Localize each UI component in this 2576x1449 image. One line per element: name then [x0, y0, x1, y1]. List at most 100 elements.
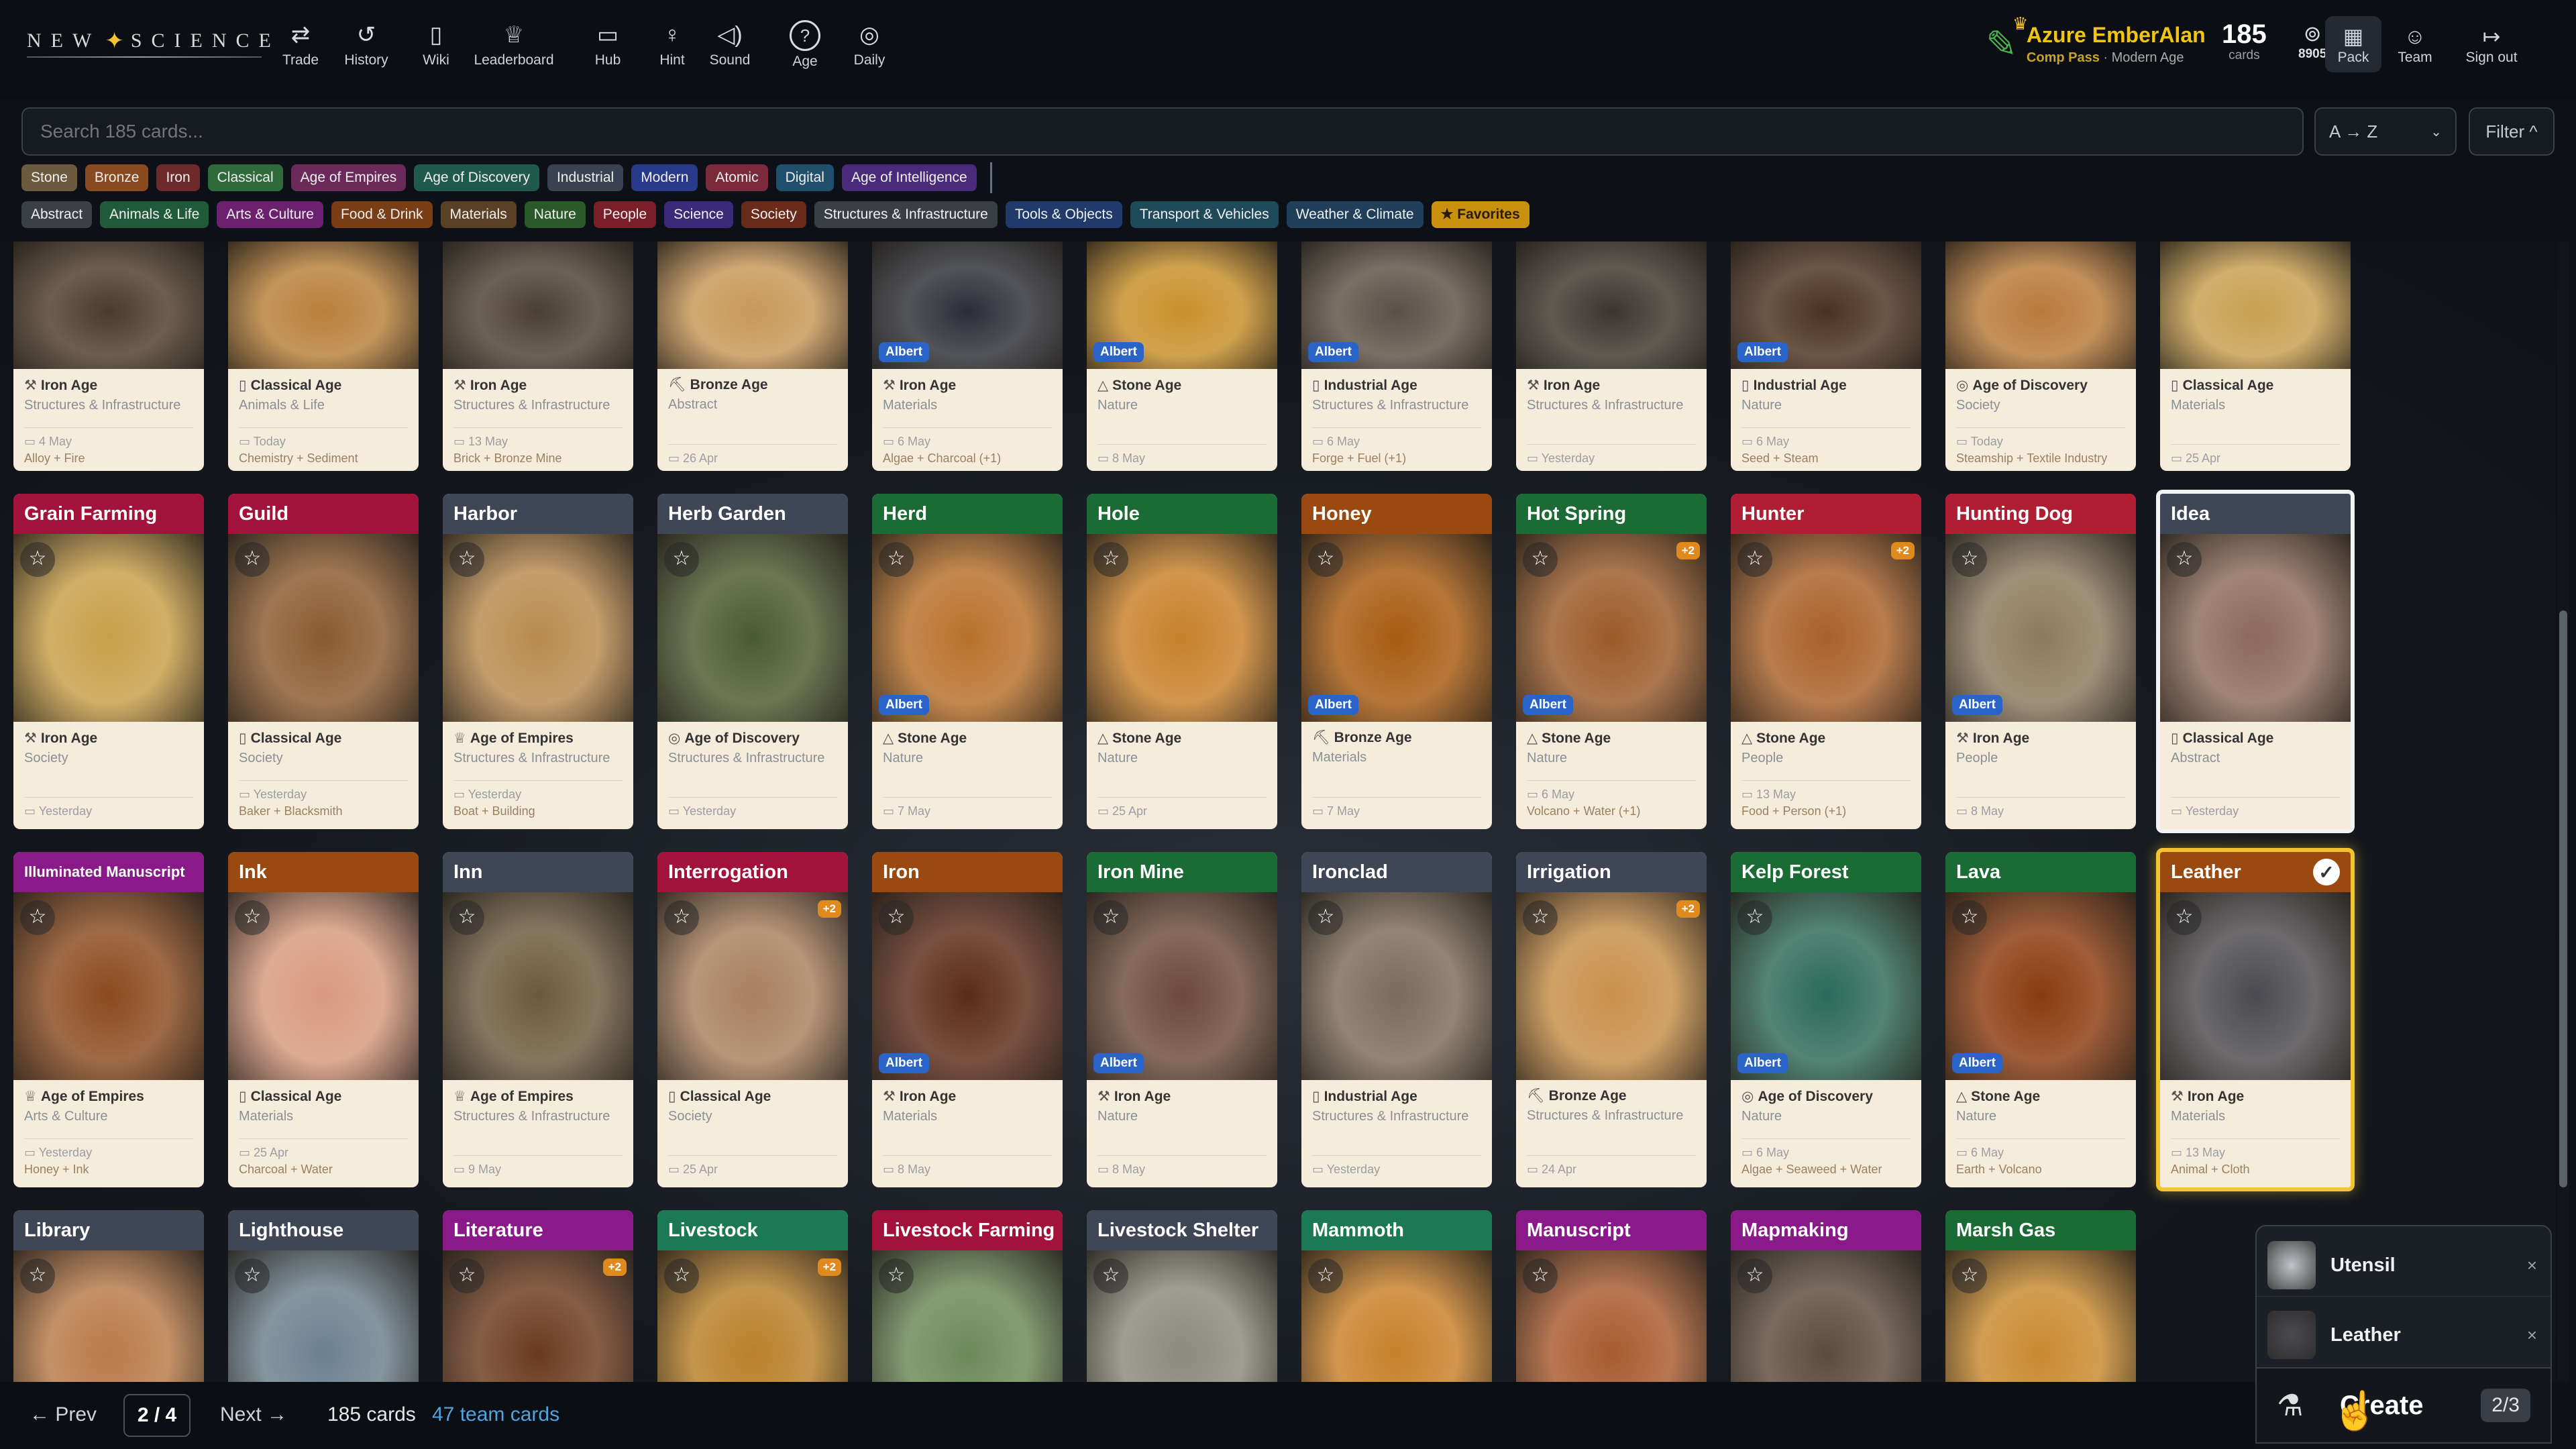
nav-team[interactable]: ☺ Team	[2387, 16, 2443, 72]
card-inn[interactable]: Inn ☆ ♕ Age of Empires Structures & Infrastr…	[443, 852, 633, 1187]
card-library[interactable]: Library ☆	[13, 1210, 204, 1382]
favorite-star-icon[interactable]: ☆	[449, 1258, 484, 1293]
filter-button[interactable]: Filter ^	[2469, 107, 2555, 156]
selected-card-leather[interactable]: Leather ×	[2267, 1307, 2542, 1363]
team-cards-link[interactable]: 47 team cards	[432, 1403, 559, 1426]
favorite-star-icon[interactable]: ☆	[235, 542, 270, 577]
favorite-star-icon[interactable]: ☆	[1952, 542, 1987, 577]
age-chip[interactable]: Bronze	[85, 164, 149, 191]
card[interactable]: ⚒ Iron Age Structures & Infrastructure ▭ 4 …	[13, 241, 204, 471]
card-ink[interactable]: Ink ☆ ▯ Classical Age Materials ▭ 25 Apr Charc…	[228, 852, 419, 1187]
card-hunting-dog[interactable]: Hunting Dog ☆ Albert ⚒ Iron Age People ▭ 8 May	[1945, 494, 2136, 829]
favorite-star-icon[interactable]: ☆	[664, 900, 699, 935]
favorite-star-icon[interactable]: ☆	[1737, 900, 1772, 935]
nav-wiki[interactable]: ▯ Wiki	[396, 20, 476, 74]
age-chip[interactable]: Atomic	[706, 164, 768, 191]
card[interactable]: Albert ▯ Industrial Age Structures & Infras…	[1301, 241, 1492, 471]
category-chip[interactable]: Materials	[440, 201, 517, 228]
favorite-star-icon[interactable]: ☆	[1093, 900, 1128, 935]
card-grain-farming[interactable]: Grain Farming ☆ ⚒ Iron Age Society ▭ Yesterda…	[13, 494, 204, 829]
card[interactable]: Albert △ Stone Age Nature ▭ 8 May	[1087, 241, 1277, 471]
favorite-star-icon[interactable]: ☆	[1737, 1258, 1772, 1293]
card-mapmaking[interactable]: Mapmaking ☆	[1731, 1210, 1921, 1382]
card[interactable]: ⚒ Iron Age Structures & Infrastructure ▭ 13…	[443, 241, 633, 471]
nav-sign-out[interactable]: ↦ Sign out	[2455, 16, 2528, 72]
favorite-star-icon[interactable]: ☆	[20, 542, 55, 577]
favorite-star-icon[interactable]: ☆	[449, 900, 484, 935]
favorite-star-icon[interactable]: ☆	[1308, 1258, 1343, 1293]
age-chip[interactable]: Age of Empires	[290, 164, 407, 191]
favorite-star-icon[interactable]: ☆	[1308, 542, 1343, 577]
card-idea[interactable]: Idea ☆ ▯ Classical Age Abstract ▭ Yesterday	[2156, 490, 2355, 833]
category-chip[interactable]: Structures & Infrastructure	[814, 201, 998, 228]
favorite-star-icon[interactable]: ☆	[449, 542, 484, 577]
card-herd[interactable]: Herd ☆ Albert △ Stone Age Nature ▭ 7 May	[872, 494, 1063, 829]
favorite-star-icon[interactable]: ☆	[1093, 1258, 1128, 1293]
selected-card-utensil[interactable]: Utensil ×	[2267, 1237, 2542, 1293]
category-chip[interactable]: Animals & Life	[100, 201, 209, 228]
card[interactable]: ◎ Age of Discovery Society ▭ Today Steamship…	[1945, 241, 2136, 471]
card[interactable]: ▯ Classical Age Animals & Life ▭ Today Chemi…	[228, 241, 419, 471]
card-hot-spring[interactable]: Hot Spring ☆ +2 Albert △ Stone Age Nature ▭ 6 M…	[1516, 494, 1707, 829]
favorite-star-icon[interactable]: ☆	[879, 1258, 914, 1293]
card-harbor[interactable]: Harbor ☆ ♕ Age of Empires Structures & Infra…	[443, 494, 633, 829]
create-bar[interactable]: ⚗ Create 2/3	[2255, 1368, 2552, 1444]
page-indicator[interactable]: 2 / 4	[123, 1394, 191, 1437]
card-manuscript[interactable]: Manuscript ☆	[1516, 1210, 1707, 1382]
category-chip[interactable]: Abstract	[21, 201, 93, 228]
age-chip[interactable]: Age of Discovery	[414, 164, 539, 191]
card-leather[interactable]: Leather ✓ ☆ ⚒ Iron Age Materials ▭ 13 May Anima…	[2156, 848, 2355, 1191]
card-ironclad[interactable]: Ironclad ☆ ▯ Industrial Age Structures & Inf…	[1301, 852, 1492, 1187]
category-chip[interactable]: Food & Drink	[331, 201, 433, 228]
favorite-star-icon[interactable]: ☆	[1523, 1258, 1558, 1293]
favorite-star-icon[interactable]: ☆	[235, 1258, 270, 1293]
nav-sound[interactable]: ◁) Sound	[690, 20, 770, 74]
age-chip[interactable]: Classical	[207, 164, 283, 191]
card-livestock[interactable]: Livestock ☆ +2	[657, 1210, 848, 1382]
age-chip[interactable]: Iron	[156, 164, 200, 191]
nav-pack[interactable]: ▦ Pack	[2325, 16, 2381, 72]
card[interactable]: Albert ⚒ Iron Age Materials ▭ 6 May Algae + C…	[872, 241, 1063, 471]
card-kelp-forest[interactable]: Kelp Forest ☆ Albert ◎ Age of Discovery Natur…	[1731, 852, 1921, 1187]
category-chip[interactable]: Arts & Culture	[217, 201, 323, 228]
card[interactable]: Albert ▯ Industrial Age Nature ▭ 6 May Seed +…	[1731, 241, 1921, 471]
nav-leaderboard[interactable]: ♕ Leaderboard	[474, 20, 554, 74]
card-lighthouse[interactable]: Lighthouse ☆	[228, 1210, 419, 1382]
age-chip[interactable]: Digital	[775, 164, 834, 191]
card-interrogation[interactable]: Interrogation ☆ +2 ▯ Classical Age Society ▭ 2…	[657, 852, 848, 1187]
scrollbar-thumb[interactable]	[2559, 610, 2567, 1187]
card-livestock-shelter[interactable]: Livestock Shelter ☆	[1087, 1210, 1277, 1382]
favorite-star-icon[interactable]: ☆	[235, 900, 270, 935]
card-lava[interactable]: Lava ☆ Albert △ Stone Age Nature ▭ 6 May Earth …	[1945, 852, 2136, 1187]
favorite-star-icon[interactable]: ☆	[20, 1258, 55, 1293]
category-chip[interactable]: People	[593, 201, 657, 228]
card-mammoth[interactable]: Mammoth ☆	[1301, 1210, 1492, 1382]
sort-select[interactable]: A → Z ⌄	[2314, 107, 2457, 156]
category-chip[interactable]: Society	[741, 201, 806, 228]
remove-icon[interactable]: ×	[2527, 1325, 2537, 1346]
favorite-star-icon[interactable]: ☆	[2167, 900, 2202, 935]
category-chip[interactable]: Science	[664, 201, 733, 228]
card-hunter[interactable]: Hunter ☆ +2 △ Stone Age People ▭ 13 May Food + …	[1731, 494, 1921, 829]
card-livestock-farming[interactable]: Livestock Farming ☆	[872, 1210, 1063, 1382]
search-input[interactable]	[21, 107, 2304, 156]
card-herb-garden[interactable]: Herb Garden ☆ ◎ Age of Discovery Structures …	[657, 494, 848, 829]
category-chip[interactable]: Nature	[524, 201, 586, 228]
favorite-star-icon[interactable]: ☆	[1523, 542, 1558, 577]
age-chip[interactable]: Industrial	[547, 164, 624, 191]
favorite-star-icon[interactable]: ☆	[1523, 900, 1558, 935]
next-page-button[interactable]: Next →	[220, 1403, 287, 1426]
card[interactable]: ⛏ Bronze Age Abstract ▭ 26 Apr	[657, 241, 848, 471]
favorite-star-icon[interactable]: ☆	[1093, 542, 1128, 577]
card-literature[interactable]: Literature ☆ +2	[443, 1210, 633, 1382]
card-irrigation[interactable]: Irrigation ☆ +2 ⛏ Bronze Age Structures & Inf…	[1516, 852, 1707, 1187]
favorite-star-icon[interactable]: ☆	[664, 542, 699, 577]
favorite-star-icon[interactable]: ☆	[879, 542, 914, 577]
card[interactable]: ⚒ Iron Age Structures & Infrastructure ▭ Ye…	[1516, 241, 1707, 471]
card-iron[interactable]: Iron ☆ Albert ⚒ Iron Age Materials ▭ 8 May	[872, 852, 1063, 1187]
app-logo[interactable]: NEW ✦ SCIENCE	[27, 24, 280, 58]
favorite-star-icon[interactable]: ☆	[2167, 542, 2202, 577]
favorite-star-icon[interactable]: ☆	[879, 900, 914, 935]
favorite-star-icon[interactable]: ☆	[1952, 900, 1987, 935]
favorite-star-icon[interactable]: ☆	[664, 1258, 699, 1293]
